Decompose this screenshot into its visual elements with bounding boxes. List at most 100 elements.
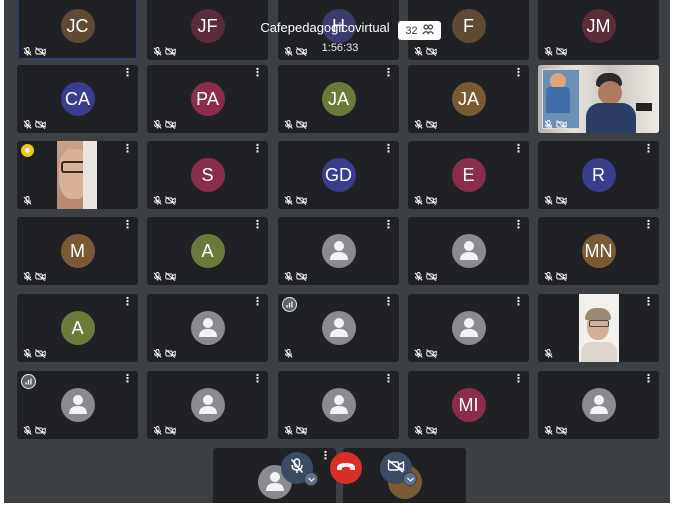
participant-tile[interactable]: ⋮ [538,371,659,439]
participant-tile[interactable]: MI ⋮ [408,371,529,439]
tile-more-options-icon[interactable]: ⋮ [513,374,524,385]
tile-more-options-icon[interactable]: ⋮ [383,68,394,79]
tile-more-options-icon[interactable]: ⋮ [252,374,263,385]
camera-off-icon [387,458,405,478]
mic-options-button[interactable] [304,472,318,486]
camera-off-icon [426,196,437,205]
mic-off-icon [544,426,553,435]
tile-more-options-icon[interactable]: ⋮ [252,144,263,155]
tile-more-options-icon[interactable]: ⋮ [513,144,524,155]
participant-tile[interactable]: ⋮ [147,294,268,362]
tile-more-options-icon[interactable]: ⋮ [513,297,524,308]
participant-tile[interactable]: ⋮ [17,371,138,439]
tile-more-options-icon[interactable]: ⋮ [513,68,524,79]
hand-raised-badge [21,144,34,157]
participant-initials: GD [321,158,356,192]
tile-more-options-icon[interactable]: ⋮ [252,297,263,308]
tile-more-options-icon[interactable]: ⋮ [643,297,654,308]
participant-tile[interactable]: JC [17,0,138,60]
tile-more-options-icon[interactable]: ⋮ [122,374,133,385]
generic-avatar [190,311,225,345]
participant-initials: M [60,234,95,268]
tile-more-options-icon[interactable]: ⋮ [383,297,394,308]
tile-more-options-icon[interactable]: ⋮ [643,144,654,155]
tile-more-options-icon[interactable]: ⋮ [383,220,394,231]
tile-more-options-icon[interactable]: ⋮ [252,220,263,231]
participant-tile[interactable]: ⋮ [538,65,659,133]
self-view-tile[interactable]: ⋮ [213,448,336,503]
participant-tile[interactable]: ⋮ [278,371,399,439]
tile-more-options-icon[interactable]: ⋮ [383,144,394,155]
mic-off-icon [23,120,32,129]
camera-off-icon [165,196,176,205]
people-icon [421,23,434,38]
tile-status [153,426,176,435]
participant-tile[interactable]: ⋮ [278,294,399,362]
participant-tile[interactable]: E ⋮ [408,141,529,209]
participant-tile[interactable]: JA ⋮ [278,65,399,133]
mic-off-icon [284,120,293,129]
participant-initials: JA [451,82,486,116]
camera-off-icon [35,426,46,435]
tile-status [544,47,567,56]
participant-tile[interactable]: GD ⋮ [278,141,399,209]
participant-tile[interactable]: A ⋮ [147,217,268,285]
tile-status [284,349,293,358]
tile-more-options-icon[interactable]: ⋮ [122,144,133,155]
participant-tile[interactable]: ⋮ [408,217,529,285]
participant-tile[interactable]: MN ⋮ [538,217,659,285]
participant-tile[interactable]: JM [538,0,659,60]
tile-more-options-icon[interactable]: ⋮ [383,374,394,385]
participant-tile[interactable]: CA ⋮ [17,65,138,133]
speaking-indicator-icon [282,297,297,312]
camera-off-icon [35,272,46,281]
camera-options-button[interactable] [403,472,417,486]
participant-tile[interactable]: ⋮ [538,294,659,362]
participant-tile[interactable]: ⋮ [278,217,399,285]
self-more-icon[interactable]: ⋮ [320,451,331,462]
tile-more-options-icon[interactable]: ⋮ [122,297,133,308]
tile-more-options-icon[interactable]: ⋮ [122,68,133,79]
tile-more-options-icon[interactable]: ⋮ [122,220,133,231]
mic-off-icon [23,196,32,205]
mic-off-icon [153,426,162,435]
mic-off-icon [414,272,423,281]
participant-tile[interactable]: S ⋮ [147,141,268,209]
participant-tile[interactable]: ⋮ [17,141,138,209]
mic-off-icon [544,349,553,358]
tile-more-options-icon[interactable]: ⋮ [513,220,524,231]
tile-status [414,47,437,56]
mic-off-icon [23,272,32,281]
participant-initials: MN [581,234,616,268]
tile-status [23,349,46,358]
generic-avatar [451,311,486,345]
tile-more-options-icon[interactable]: ⋮ [643,374,654,385]
participant-tile[interactable]: JA ⋮ [408,65,529,133]
tile-status [153,47,176,56]
mic-off-icon [284,426,293,435]
mic-off-icon [153,349,162,358]
participant-count-button[interactable]: 32 [398,21,441,40]
participant-tile[interactable]: PA ⋮ [147,65,268,133]
participant-tile[interactable]: A ⋮ [17,294,138,362]
mic-off-icon [544,120,553,129]
tile-status [153,196,176,205]
end-call-button[interactable] [330,452,362,484]
participant-tile[interactable]: ⋮ [408,294,529,362]
mic-off-icon [544,196,553,205]
tile-status [414,272,437,281]
participant-tile[interactable]: R ⋮ [538,141,659,209]
generic-avatar [451,234,486,268]
participant-tile[interactable]: ⋮ [147,371,268,439]
participant-initials: MI [451,388,486,422]
tile-more-options-icon[interactable]: ⋮ [643,68,654,79]
camera-off-icon [556,120,567,129]
participant-initials: JA [321,82,356,116]
generic-avatar [190,388,225,422]
participant-tile[interactable]: M ⋮ [17,217,138,285]
tile-status [23,426,46,435]
tile-more-options-icon[interactable]: ⋮ [643,220,654,231]
camera-off-icon [426,349,437,358]
camera-off-icon [426,47,437,56]
tile-more-options-icon[interactable]: ⋮ [252,68,263,79]
